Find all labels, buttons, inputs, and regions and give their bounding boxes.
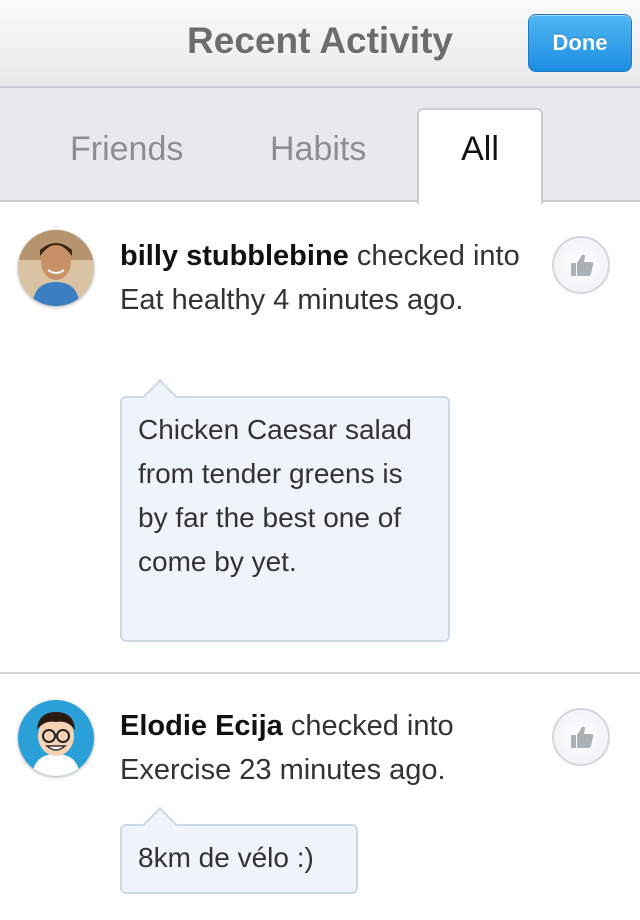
tab-all[interactable]: All bbox=[417, 108, 543, 204]
user-name-link[interactable]: Elodie Ecija bbox=[120, 710, 283, 742]
divider bbox=[0, 672, 640, 674]
comment-bubble: 8km de vélo :) bbox=[120, 807, 358, 894]
comment-text: Chicken Caesar salad from tender greens … bbox=[138, 414, 412, 577]
done-button[interactable]: Done bbox=[528, 14, 632, 72]
tab-bar: Friends Habits All bbox=[0, 88, 640, 204]
thumbs-up-icon bbox=[571, 726, 594, 748]
like-button[interactable] bbox=[552, 708, 610, 766]
cartoon-avatar-icon bbox=[18, 700, 94, 776]
avatar[interactable] bbox=[18, 230, 94, 306]
like-button[interactable] bbox=[552, 236, 610, 294]
comment-text: 8km de vélo :) bbox=[138, 842, 314, 873]
bubble-tip bbox=[143, 807, 177, 841]
avatar[interactable] bbox=[18, 700, 94, 776]
user-photo-avatar-icon bbox=[18, 230, 94, 306]
nav-bar: Recent Activity Done bbox=[0, 0, 640, 88]
bubble-tip bbox=[143, 379, 177, 413]
user-name-link[interactable]: billy stubblebine bbox=[120, 240, 349, 272]
thumbs-up-icon bbox=[571, 254, 594, 276]
comment-bubble: Chicken Caesar salad from tender greens … bbox=[120, 379, 450, 642]
tab-friends[interactable]: Friends bbox=[70, 130, 183, 169]
activity-text: Elodie Ecija checked into Exercise 23 mi… bbox=[120, 704, 520, 792]
activity-text: billy stubblebine checked into Eat healt… bbox=[120, 234, 520, 322]
tab-habits[interactable]: Habits bbox=[270, 130, 366, 169]
